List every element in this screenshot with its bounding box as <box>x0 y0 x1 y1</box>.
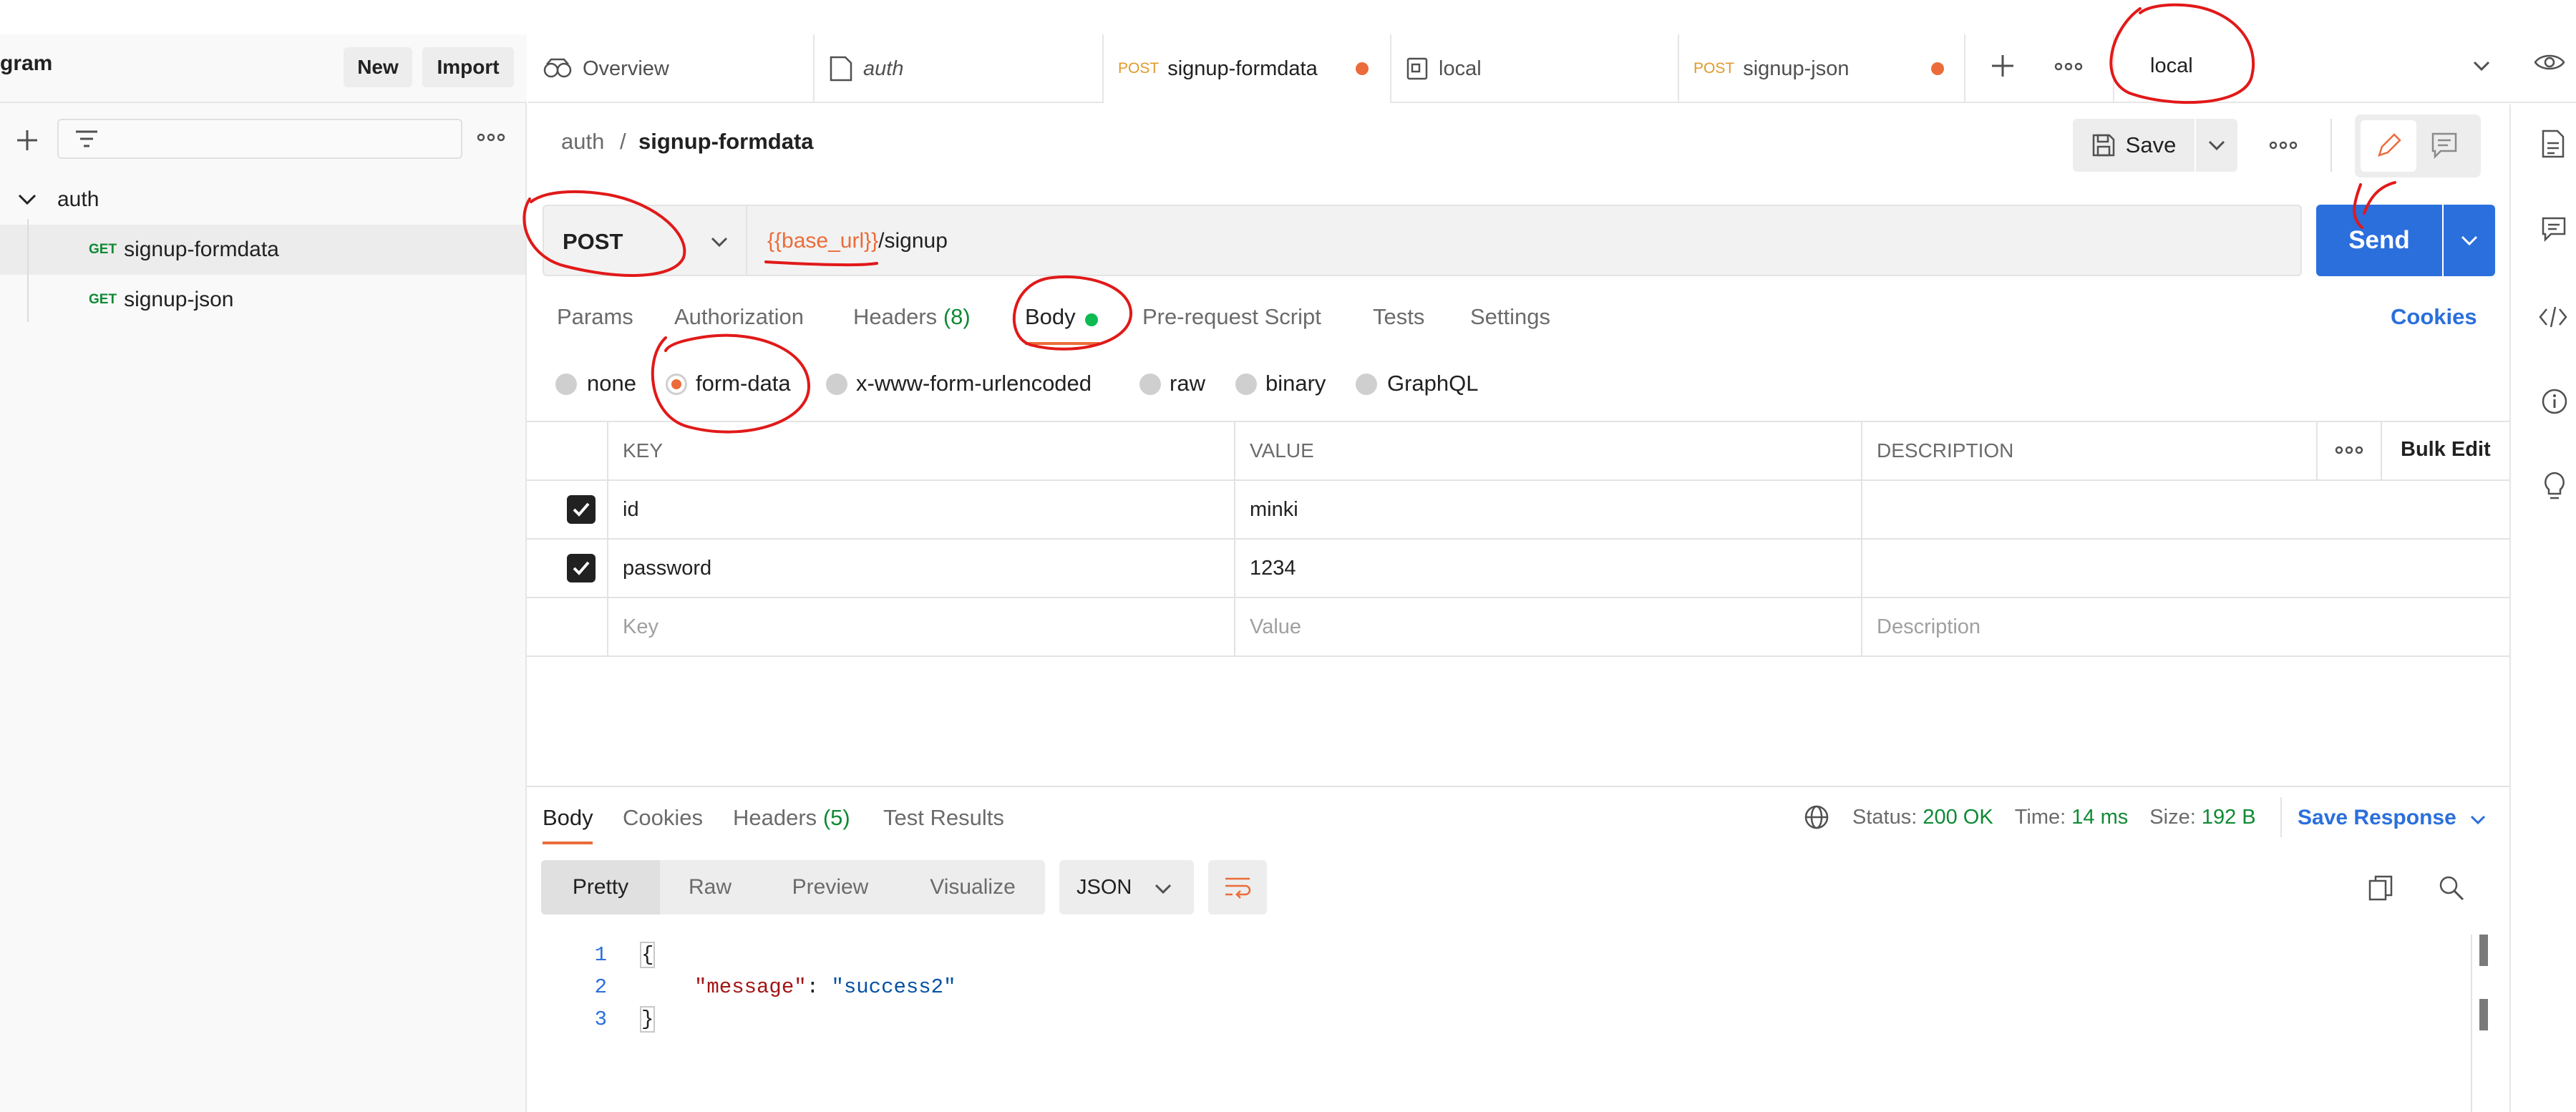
annotation-circle-body <box>1012 275 1133 351</box>
annotation-overlay <box>523 3 2396 434</box>
annotation-circle-environment <box>2109 3 2255 104</box>
annotation-underline-url <box>764 260 878 267</box>
annotation-circle-method <box>523 190 686 277</box>
annotation-circle-form-data <box>651 333 811 434</box>
annotation-arrow-send <box>2353 181 2396 229</box>
